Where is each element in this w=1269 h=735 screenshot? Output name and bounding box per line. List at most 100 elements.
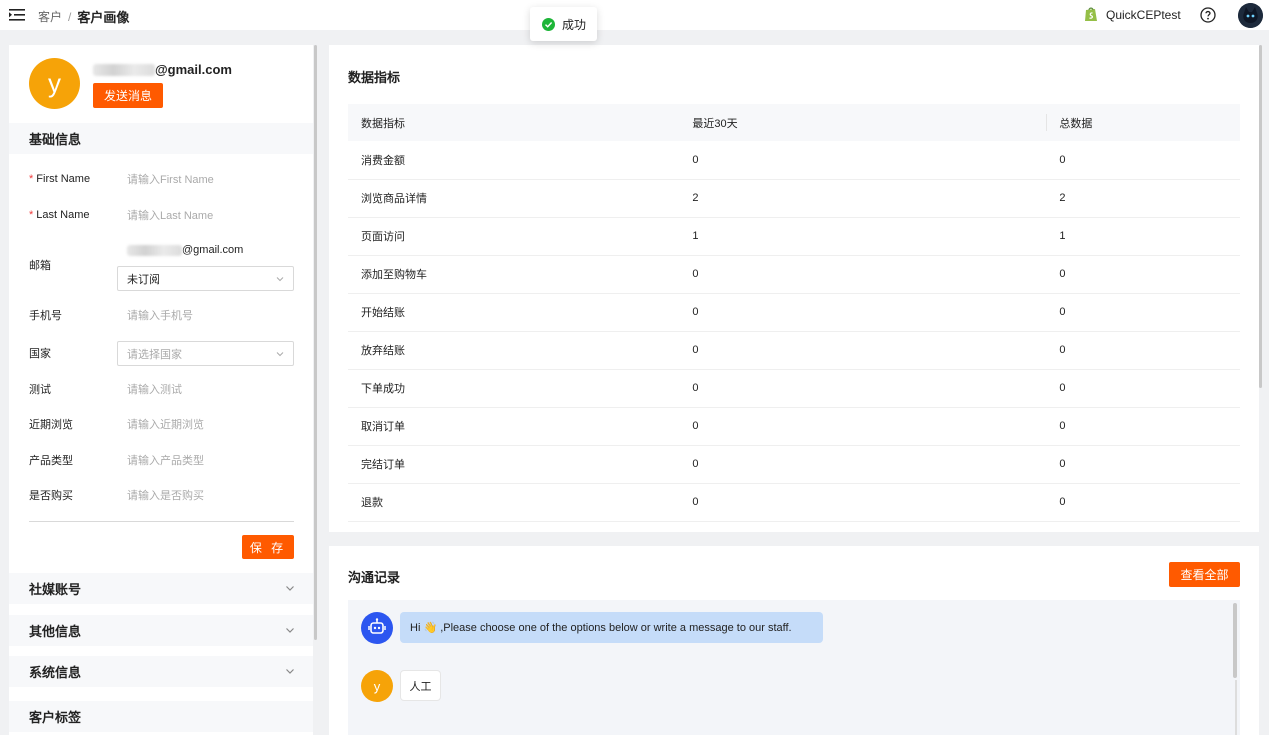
customer-message-bubble: 人工 [400, 670, 441, 701]
product-type-field: 产品类型 请输入产品类型 [9, 445, 313, 475]
metric-name: 消费金额 [348, 141, 681, 180]
metric-30d: 0 [680, 255, 1047, 294]
customer-tags-header: 客户标签 [9, 701, 313, 732]
metric-total: 0 [1046, 293, 1240, 332]
table-row: 完结订单 0 0 [348, 445, 1240, 484]
breadcrumb-customers[interactable]: 客户 [38, 8, 62, 25]
table-row: 浏览商品详情 2 2 [348, 179, 1240, 218]
test-label: 测试 [29, 384, 51, 396]
product-type-label: 产品类型 [29, 455, 73, 467]
metric-name: 开始结账 [348, 293, 681, 332]
basic-info-header: 基础信息 [9, 123, 313, 154]
metric-total: 0 [1046, 141, 1240, 180]
column-header: 最近30天 [680, 104, 1047, 141]
success-toast: 成功 [530, 7, 597, 41]
metric-total: 0 [1046, 255, 1240, 294]
communication-title: 沟通记录 [348, 570, 401, 585]
chat-log: Hi 👋 ,Please choose one of the options b… [348, 600, 1240, 735]
phone-input[interactable]: 请输入手机号 [127, 307, 193, 323]
table-row: 消费金额 0 0 [348, 141, 1240, 180]
column-header: 总数据 [1046, 104, 1240, 141]
other-info-title: 其他信息 [29, 624, 82, 639]
metric-name: 取消订单 [348, 407, 681, 446]
table-row: 下单成功 0 0 [348, 369, 1240, 408]
table-row: 退款 0 0 [348, 483, 1240, 522]
metrics-table: 数据指标 最近30天 总数据 消费金额 0 0 浏览商品详情 2 2 页面访问 1 1 添加… [348, 104, 1240, 522]
customer-profile-panel: y @gmail.com 发送消息 基础信息 * First Name 请输入Fi… [9, 45, 313, 735]
communication-panel: 沟通记录 查看全部 Hi 👋 ,Please choose one of the… [329, 546, 1259, 735]
shop-switcher[interactable]: QuickCEPtest [1084, 7, 1181, 22]
table-row: 取消订单 0 0 [348, 407, 1240, 446]
chevron-down-icon [286, 669, 294, 674]
metric-name: 添加至购物车 [348, 255, 681, 294]
user-avatar[interactable] [1238, 3, 1263, 28]
metric-total: 0 [1046, 331, 1240, 370]
last-name-label-text: Last Name [36, 209, 90, 221]
test-field: 测试 请输入测试 [9, 374, 313, 404]
customer-avatar: y [29, 58, 80, 109]
basic-info-title: 基础信息 [29, 132, 82, 147]
metric-name: 完结订单 [348, 445, 681, 484]
chevron-down-icon [286, 586, 294, 591]
robot-icon [368, 618, 386, 634]
metric-30d: 0 [680, 483, 1047, 522]
main-scrollbar[interactable] [1259, 45, 1262, 388]
required-mark: * [29, 173, 34, 185]
customer-email: @gmail.com [93, 62, 232, 77]
purchased-input[interactable]: 请输入是否购买 [127, 487, 204, 503]
customer-chat-avatar: y [361, 670, 393, 702]
toast-text: 成功 [562, 17, 587, 32]
metric-30d: 2 [680, 179, 1047, 218]
breadcrumb-separator: / [68, 9, 72, 24]
metric-total: 0 [1046, 369, 1240, 408]
social-accounts-header[interactable]: 社媒账号 [9, 573, 313, 604]
top-bar: 客户 / 客户画像 QuickCEPtest [0, 0, 1269, 30]
chat-scrollbar[interactable] [1233, 603, 1237, 678]
metric-30d: 0 [680, 407, 1047, 446]
customer-tags-title: 客户标签 [29, 710, 82, 725]
help-icon[interactable] [1200, 7, 1216, 23]
shopify-icon [1085, 7, 1097, 21]
country-select[interactable]: 请选择国家 [117, 341, 294, 366]
metrics-title: 数据指标 [348, 70, 401, 85]
metric-total: 0 [1046, 407, 1240, 446]
metric-total: 1 [1046, 217, 1240, 256]
metric-total: 0 [1046, 483, 1240, 522]
metric-30d: 0 [680, 445, 1047, 484]
menu-collapse-icon[interactable] [9, 8, 25, 22]
required-mark: * [29, 209, 34, 221]
metric-30d: 0 [680, 293, 1047, 332]
country-placeholder: 请选择国家 [127, 348, 182, 361]
subscription-select[interactable]: 未订阅 [117, 266, 294, 291]
other-info-header[interactable]: 其他信息 [9, 615, 313, 646]
test-input[interactable]: 请输入测试 [127, 381, 182, 397]
save-button[interactable]: 保 存 [242, 535, 294, 559]
table-row: 添加至购物车 0 0 [348, 255, 1240, 294]
metric-name: 下单成功 [348, 369, 681, 408]
product-type-input[interactable]: 请输入产品类型 [127, 452, 204, 468]
left-scrollbar[interactable] [314, 45, 317, 640]
breadcrumb-current: 客户画像 [77, 10, 130, 25]
recent-browse-input[interactable]: 请输入近期浏览 [127, 416, 204, 432]
view-all-button[interactable]: 查看全部 [1169, 562, 1240, 587]
system-info-header[interactable]: 系统信息 [9, 656, 313, 687]
chevron-down-icon [276, 352, 284, 357]
phone-label: 手机号 [29, 310, 62, 322]
last-name-input[interactable]: 请输入Last Name [127, 207, 213, 223]
metric-name: 页面访问 [348, 217, 681, 256]
phone-field: 手机号 请输入手机号 [9, 300, 313, 330]
metric-name: 退款 [348, 483, 681, 522]
system-info-title: 系统信息 [29, 665, 82, 680]
last-name-field: * Last Name 请输入Last Name [9, 200, 313, 230]
user-avatar-icon [1238, 3, 1263, 28]
column-header: 数据指标 [348, 104, 681, 141]
send-message-button[interactable]: 发送消息 [93, 83, 163, 108]
chat-scroll-track [1235, 680, 1237, 735]
first-name-input[interactable]: 请输入First Name [127, 171, 214, 187]
bot-avatar [361, 612, 393, 644]
form-divider [29, 521, 294, 522]
shop-name: QuickCEPtest [1106, 7, 1181, 22]
metric-30d: 0 [680, 141, 1047, 180]
table-row: 开始结账 0 0 [348, 293, 1240, 332]
chevron-down-icon [286, 628, 294, 633]
